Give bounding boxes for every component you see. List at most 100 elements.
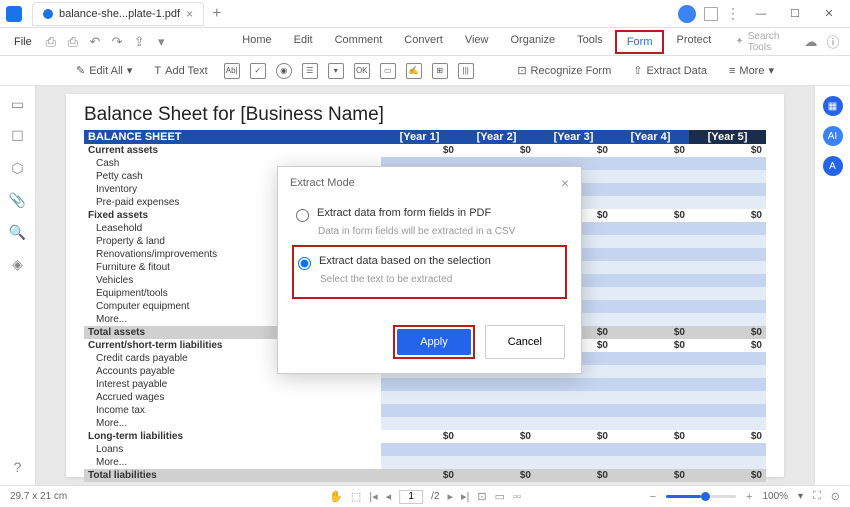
statusbar: 29.7 x 21 cm ✋ ⬚ |◂ ◂ /2 ▸ ▸| ⊡ ▭ ▫▫ − +… [0, 485, 850, 507]
image-field-icon[interactable]: ▭ [380, 63, 396, 79]
shield-icon[interactable]: ⬡ [10, 160, 26, 176]
help-icon[interactable]: ⓘ [822, 31, 844, 53]
recognize-form-button[interactable]: ⊡Recognize Form [511, 62, 617, 79]
share-icon[interactable]: ⇪ [128, 31, 150, 53]
app-logo[interactable] [0, 0, 28, 28]
sign-field-icon[interactable]: ✍ [406, 63, 422, 79]
fit-page-icon[interactable]: ▭ [495, 490, 505, 503]
text-icon: T [154, 65, 161, 77]
date-field-icon[interactable]: ⊞ [432, 63, 448, 79]
table-row: Income tax [84, 404, 766, 417]
read-mode-icon[interactable]: ⊙ [831, 490, 840, 503]
menu-home[interactable]: Home [232, 30, 281, 54]
window-mode-icon[interactable] [704, 7, 718, 21]
search-icon[interactable]: 🔍 [10, 224, 26, 240]
radio-selection[interactable] [298, 257, 311, 270]
bookmark-icon[interactable]: ☐ [10, 128, 26, 144]
right-rail: ▦ AI A [814, 86, 850, 485]
next-page-icon[interactable]: ▸ [448, 490, 454, 503]
list-icon[interactable]: ☰ [302, 63, 318, 79]
menu-edit[interactable]: Edit [284, 30, 323, 54]
fit-width-icon[interactable]: ⊡ [477, 490, 486, 503]
menu-view[interactable]: View [455, 30, 499, 54]
undo-icon[interactable]: ↶ [84, 31, 106, 53]
radio-icon[interactable]: ◉ [276, 63, 292, 79]
page-input[interactable] [399, 490, 423, 504]
redo-icon[interactable]: ↷ [106, 31, 128, 53]
menu-form[interactable]: Form [615, 30, 665, 54]
chevron-down-icon[interactable]: ▾ [150, 31, 172, 53]
minimize-button[interactable]: — [748, 3, 774, 25]
kebab-menu-icon[interactable]: ⋮ [726, 5, 740, 22]
button-field-icon[interactable]: OK [354, 63, 370, 79]
cancel-button[interactable]: Cancel [485, 325, 565, 359]
close-window-button[interactable]: ✕ [816, 3, 842, 25]
menu-convert[interactable]: Convert [394, 30, 453, 54]
zoom-in-icon[interactable]: + [746, 491, 752, 503]
option-selection[interactable]: Extract data based on the selection [298, 251, 561, 274]
dropdown-icon[interactable]: ▾ [328, 63, 344, 79]
view-mode-icon[interactable]: ▫▫ [513, 491, 521, 503]
thumbnails-icon[interactable]: ▭ [10, 96, 26, 112]
layers-icon[interactable]: ◈ [10, 256, 26, 272]
checkbox-icon[interactable]: ✓ [250, 63, 266, 79]
option-selection-sub: Select the text to be extracted [320, 274, 561, 285]
menu-comment[interactable]: Comment [325, 30, 393, 54]
apply-button[interactable]: Apply [397, 329, 471, 355]
barcode-icon[interactable]: ||| [458, 63, 474, 79]
menu-organize[interactable]: Organize [500, 30, 565, 54]
ai-panel-icon[interactable]: AI [823, 126, 843, 146]
chevron-down-icon[interactable]: ▾ [798, 491, 803, 502]
print-icon[interactable]: ⎙ [62, 31, 84, 53]
fullscreen-icon[interactable]: ⛶ [813, 490, 821, 503]
select-tool-icon[interactable]: ⬚ [351, 490, 361, 503]
table-row: More... [84, 456, 766, 469]
dialog-title: Extract Mode [290, 177, 355, 189]
search-placeholder: Search Tools [748, 31, 800, 53]
search-tools[interactable]: ✦ Search Tools [735, 31, 799, 53]
file-menu[interactable]: File [6, 36, 40, 48]
cloud-icon[interactable]: ☁ [800, 31, 822, 53]
upload-icon: ⇧ [633, 64, 642, 77]
zoom-slider[interactable] [666, 495, 736, 498]
left-rail: ▭ ☐ ⬡ 📎 🔍 ◈ ? [0, 86, 36, 485]
first-page-icon[interactable]: |◂ [369, 490, 377, 503]
table-row: Accrued wages [84, 391, 766, 404]
hand-tool-icon[interactable]: ✋ [329, 490, 343, 503]
zoom-out-icon[interactable]: − [650, 491, 656, 503]
add-tab-button[interactable]: + [212, 5, 221, 23]
close-tab-icon[interactable]: × [186, 7, 193, 21]
option-form-fields[interactable]: Extract data from form fields in PDF [296, 203, 563, 226]
tools-panel-icon[interactable]: A [823, 156, 843, 176]
wand-icon: ✦ [735, 36, 743, 47]
table-row: Interest payable [84, 378, 766, 391]
maximize-button[interactable]: ☐ [782, 3, 808, 25]
form-toolbar: ✎Edit All▾ TAdd Text Ab| ✓ ◉ ☰ ▾ OK ▭ ✍ … [0, 56, 850, 86]
titlebar: balance-she...plate-1.pdf × + ⋮ — ☐ ✕ [0, 0, 850, 28]
section-current-assets: Current assets$0$0$0$0$0 [84, 144, 766, 157]
help-rail-icon[interactable]: ? [10, 459, 26, 475]
extract-data-button[interactable]: ⇧Extract Data [627, 62, 713, 79]
more-button[interactable]: ≡More▾ [723, 62, 780, 79]
menu-protect[interactable]: Protect [666, 30, 721, 54]
more-icon: ≡ [729, 65, 735, 77]
menu-tools[interactable]: Tools [567, 30, 613, 54]
chevron-down-icon: ▾ [768, 64, 774, 77]
save-icon[interactable]: ⎙ [40, 31, 62, 53]
text-field-icon[interactable]: Ab| [224, 63, 240, 79]
form-panel-icon[interactable]: ▦ [823, 96, 843, 116]
add-text-button[interactable]: TAdd Text [148, 63, 213, 79]
last-page-icon[interactable]: ▸| [461, 490, 469, 503]
account-icon[interactable] [678, 5, 696, 23]
attachment-icon[interactable]: 📎 [10, 192, 26, 208]
extract-mode-dialog: Extract Mode × Extract data from form fi… [277, 166, 582, 374]
table-row: Loans [84, 443, 766, 456]
prev-page-icon[interactable]: ◂ [386, 490, 392, 503]
radio-form-fields[interactable] [296, 209, 309, 222]
header-row: BALANCE SHEET [Year 1] [Year 2] [Year 3]… [84, 130, 766, 144]
edit-all-button[interactable]: ✎Edit All▾ [70, 62, 138, 79]
document-tab[interactable]: balance-she...plate-1.pdf × [32, 2, 204, 26]
menubar: File ⎙ ⎙ ↶ ↷ ⇪ ▾ Home Edit Comment Conve… [0, 28, 850, 56]
page-total: /2 [431, 491, 439, 502]
close-dialog-icon[interactable]: × [561, 175, 569, 191]
